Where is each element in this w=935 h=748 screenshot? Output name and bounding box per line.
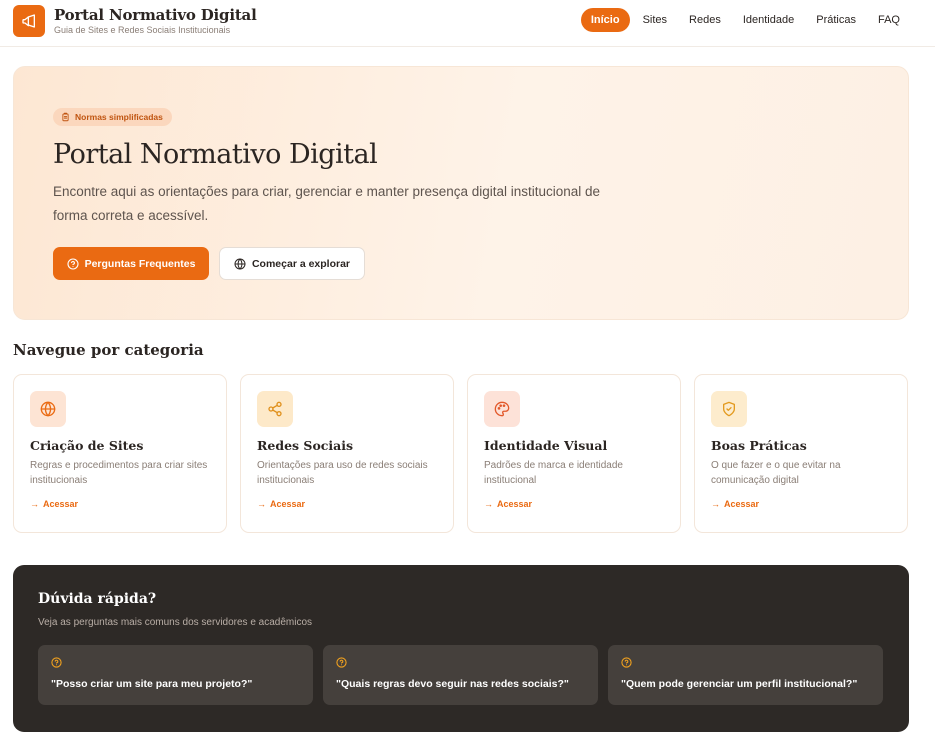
hero-badge-label: Normas simplificadas [75,112,163,122]
question-card[interactable]: "Quem pode gerenciar um perfil instituci… [608,645,883,705]
main-nav: Início Sites Redes Identidade Práticas F… [577,8,909,32]
arrow-right-icon: → [484,499,493,509]
arrow-right-icon: → [711,499,720,509]
globe-icon [30,391,66,427]
question-text: "Quem pode gerenciar um perfil instituci… [621,678,858,690]
faq-button-label: Perguntas Frequentes [84,257,196,270]
nav-inicio[interactable]: Início [580,8,630,32]
card-access-link[interactable]: → Acessar [30,499,78,509]
faq-button[interactable]: Perguntas Frequentes [53,247,209,280]
help-circle-icon [51,657,62,668]
card-access-link[interactable]: → Acessar [257,499,305,509]
nav-sites[interactable]: Sites [634,8,676,32]
nav-redes[interactable]: Redes [680,8,730,32]
nav-faq[interactable]: FAQ [869,8,909,32]
card-access-label: Acessar [497,499,533,509]
nav-identidade[interactable]: Identidade [734,8,803,32]
categories-title: Navegue por categoria [13,341,204,359]
card-title: Boas Práticas [711,438,807,453]
help-circle-icon [67,257,79,270]
category-card-sites[interactable]: Criação de Sites Regras e procedimentos … [13,374,227,533]
explore-button-label: Começar a explorar [251,257,351,270]
hero-badge: Normas simplificadas [53,108,172,126]
nav-praticas[interactable]: Práticas [807,8,865,32]
card-access-link[interactable]: → Acessar [711,499,759,509]
category-card-praticas[interactable]: Boas Práticas O que fazer e o que evitar… [694,374,908,533]
category-card-identidade[interactable]: Identidade Visual Padrões de marca e ide… [467,374,681,533]
card-title: Redes Sociais [257,438,354,453]
arrow-right-icon: → [30,499,39,509]
brand-title: Portal Normativo Digital [54,6,257,24]
card-access-label: Acessar [43,499,79,509]
card-title: Criação de Sites [30,438,144,453]
card-access-label: Acessar [270,499,306,509]
share-icon [257,391,293,427]
category-card-redes[interactable]: Redes Sociais Orientações para uso de re… [240,374,454,533]
question-text: "Posso criar um site para meu projeto?" [51,678,253,690]
megaphone-icon[interactable] [13,5,45,37]
card-description: Padrões de marca e identidade institucio… [484,460,623,486]
card-description: Regras e procedimentos para criar sites … [30,460,208,486]
arrow-right-icon: → [257,499,266,509]
card-access-label: Acessar [724,499,760,509]
hero-title: Portal Normativo Digital [53,139,378,170]
quick-questions-title: Dúvida rápida? [38,591,157,607]
help-circle-icon [336,657,347,668]
hero-section: Normas simplificadas Portal Normativo Di… [13,66,909,320]
help-circle-icon [621,657,632,668]
card-access-link[interactable]: → Acessar [484,499,532,509]
question-text: "Quais regras devo seguir nas redes soci… [336,678,569,690]
card-description: Orientações para uso de redes sociais in… [257,460,428,486]
card-description: O que fazer e o que evitar na comunicaçã… [711,460,841,486]
card-title: Identidade Visual [484,438,608,453]
question-card[interactable]: "Quais regras devo seguir nas redes soci… [323,645,598,705]
clipboard-icon [62,112,69,122]
question-card[interactable]: "Posso criar um site para meu projeto?" [38,645,313,705]
globe-icon [234,258,246,269]
shield-check-icon [711,391,747,427]
brand-subtitle: Guia de Sites e Redes Sociais Institucio… [54,25,231,35]
hero-description: Encontre aqui as orientações para criar,… [53,184,601,223]
quick-questions-panel: Dúvida rápida? Veja as perguntas mais co… [13,565,909,732]
site-header: Portal Normativo Digital Guia de Sites e… [0,0,935,47]
palette-icon [484,391,520,427]
explore-button[interactable]: Começar a explorar [219,247,365,280]
quick-questions-subtitle: Veja as perguntas mais comuns dos servid… [38,617,313,628]
